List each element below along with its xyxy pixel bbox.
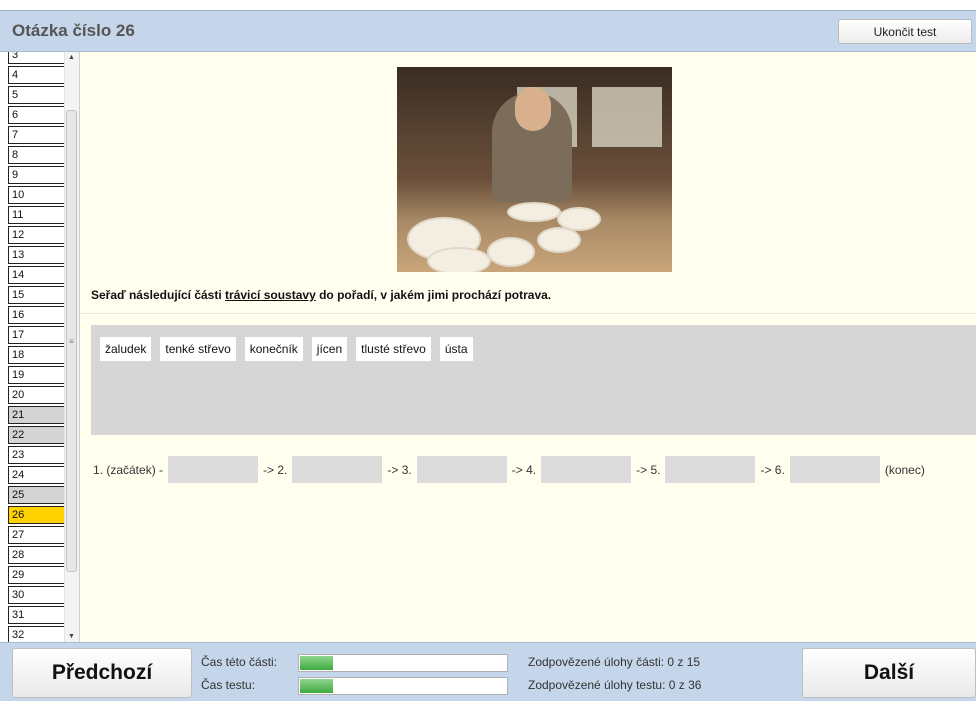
order-end-label: (konec) bbox=[884, 462, 925, 477]
question-nav-item[interactable]: 32 bbox=[8, 626, 65, 642]
photo-plate bbox=[487, 237, 535, 267]
answer-chip[interactable]: konečník bbox=[244, 337, 303, 361]
scroll-grip-icon: ≡ bbox=[69, 337, 74, 346]
scroll-thumb[interactable]: ≡ bbox=[66, 110, 77, 572]
answer-chip[interactable]: jícen bbox=[311, 337, 348, 361]
scroll-down-arrow-icon[interactable]: ▼ bbox=[68, 633, 75, 640]
photo-plate bbox=[557, 207, 601, 231]
question-suffix: do pořadí, v jakém jimi prochází potrava… bbox=[315, 288, 552, 302]
order-separator: -> 2. bbox=[263, 462, 288, 477]
answered-test-count: Zodpovězené úlohy testu: 0 z 36 bbox=[528, 678, 702, 692]
question-list: 3 4 5 6 7 8 9 10 11 12 13 14 15 16 17 18 19 20 21 22 23 24 25 2… bbox=[8, 52, 65, 642]
question-nav-item[interactable]: 31 bbox=[8, 606, 65, 624]
drop-slot[interactable] bbox=[168, 456, 259, 483]
question-nav-item[interactable]: 12 bbox=[8, 226, 65, 244]
order-separator: -> 5. bbox=[636, 462, 661, 477]
question-nav-item[interactable]: 13 bbox=[8, 246, 65, 264]
next-button[interactable]: Další bbox=[802, 648, 976, 698]
question-nav-item[interactable]: 24 bbox=[8, 466, 65, 484]
header-bar: Otázka číslo 26 Ukončit test bbox=[0, 10, 976, 52]
drop-slot[interactable] bbox=[541, 456, 632, 483]
photo-plate bbox=[427, 247, 491, 272]
order-separator: -> 3. bbox=[387, 462, 412, 477]
question-nav-item[interactable]: 7 bbox=[8, 126, 65, 144]
drop-slot[interactable] bbox=[292, 456, 383, 483]
question-navigator: 3 4 5 6 7 8 9 10 11 12 13 14 15 16 17 18 19 20 21 22 23 24 25 2… bbox=[0, 52, 80, 642]
ordering-row: 1. (začátek) - -> 2. -> 3. -> 4. -> 5. -> 6. (… bbox=[93, 456, 925, 483]
question-nav-item[interactable]: 14 bbox=[8, 266, 65, 284]
divider bbox=[80, 313, 976, 314]
question-nav-item[interactable]: 29 bbox=[8, 566, 65, 584]
question-nav-item[interactable]: 5 bbox=[8, 86, 65, 104]
sidebar-scrollbar[interactable]: ▲ ≡ ▼ bbox=[64, 52, 79, 642]
question-nav-item[interactable]: 21 bbox=[8, 406, 65, 424]
previous-button[interactable]: Předchozí bbox=[12, 648, 192, 698]
question-nav-item[interactable]: 9 bbox=[8, 166, 65, 184]
question-nav-item[interactable]: 30 bbox=[8, 586, 65, 604]
photo-plate bbox=[507, 202, 561, 222]
question-nav-item[interactable]: 25 bbox=[8, 486, 65, 504]
question-nav-item[interactable]: 26 bbox=[8, 506, 65, 524]
question-nav-item[interactable]: 10 bbox=[8, 186, 65, 204]
question-area: Seřaď následující části trávicí soustavy… bbox=[80, 52, 976, 642]
drop-slot[interactable] bbox=[789, 456, 880, 483]
question-highlight: trávicí soustavy bbox=[225, 288, 316, 302]
test-time-label: Čas testu: bbox=[201, 678, 256, 692]
answer-chips: žaludek tenké střevo konečník jícen tlusté s… bbox=[100, 337, 473, 361]
question-nav-item[interactable]: 4 bbox=[8, 66, 65, 84]
question-nav-item[interactable]: 6 bbox=[8, 106, 65, 124]
question-nav-item[interactable]: 15 bbox=[8, 286, 65, 304]
answer-chip[interactable]: ústa bbox=[439, 337, 473, 361]
answer-pool[interactable]: žaludek tenké střevo konečník jícen tlusté s… bbox=[91, 325, 976, 435]
question-nav-item[interactable]: 28 bbox=[8, 546, 65, 564]
question-nav-item[interactable]: 18 bbox=[8, 346, 65, 364]
question-prefix: Seřaď následující části bbox=[91, 288, 226, 302]
end-test-button[interactable]: Ukončit test bbox=[838, 19, 972, 44]
section-time-fill bbox=[300, 656, 333, 670]
answer-chip[interactable]: žaludek bbox=[100, 337, 152, 361]
question-nav-item[interactable]: 27 bbox=[8, 526, 65, 544]
order-separator: -> 4. bbox=[511, 462, 537, 477]
photo-head bbox=[515, 87, 551, 131]
answer-chip[interactable]: tlusté střevo bbox=[356, 337, 431, 361]
answered-section-count: Zodpovězené úlohy části: 0 z 15 bbox=[528, 655, 701, 669]
test-time-fill bbox=[300, 679, 333, 693]
question-nav-item[interactable]: 20 bbox=[8, 386, 65, 404]
page-title: Otázka číslo 26 bbox=[12, 21, 135, 40]
order-start-label: 1. (začátek) - bbox=[93, 462, 164, 477]
question-nav-item[interactable]: 16 bbox=[8, 306, 65, 324]
question-nav-item[interactable]: 17 bbox=[8, 326, 65, 344]
question-nav-item[interactable]: 3 bbox=[8, 52, 65, 64]
order-separator: -> 6. bbox=[760, 462, 785, 477]
question-nav-item[interactable]: 8 bbox=[8, 146, 65, 164]
photo-window bbox=[592, 87, 662, 147]
answer-chip[interactable]: tenké střevo bbox=[160, 337, 236, 361]
scroll-up-arrow-icon[interactable]: ▲ bbox=[68, 54, 75, 61]
drop-slot[interactable] bbox=[416, 456, 507, 483]
section-time-label: Čas této části: bbox=[201, 655, 278, 669]
question-text: Seřaď následující části trávicí soustavy… bbox=[91, 288, 551, 302]
question-nav-item[interactable]: 19 bbox=[8, 366, 65, 384]
footer-bar: Předchozí Čas této části: Čas testu: Zod… bbox=[0, 642, 976, 701]
photo-plate bbox=[537, 227, 581, 253]
question-nav-item[interactable]: 23 bbox=[8, 446, 65, 464]
question-nav-item[interactable]: 11 bbox=[8, 206, 65, 224]
question-nav-item[interactable]: 22 bbox=[8, 426, 65, 444]
test-time-bar bbox=[298, 677, 508, 695]
question-image bbox=[397, 67, 672, 272]
drop-slot[interactable] bbox=[665, 456, 756, 483]
section-time-bar bbox=[298, 654, 508, 672]
